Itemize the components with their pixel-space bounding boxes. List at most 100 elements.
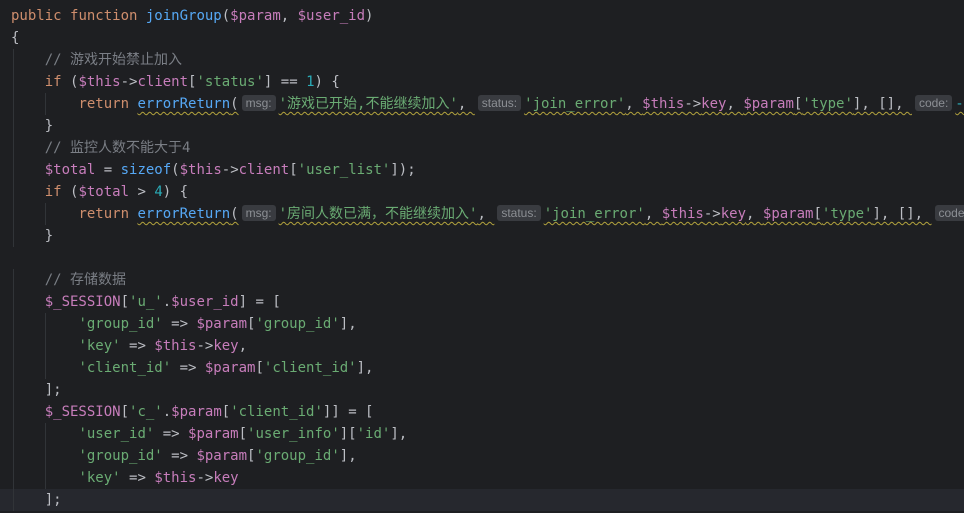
code-token: $_SESSION: [44, 404, 121, 420]
code-token: $this: [661, 206, 704, 222]
code-line[interactable]: public function joinGroup($param, $user_…: [0, 5, 964, 27]
code-text: if ($this->client['status'] == 1) {: [11, 71, 340, 93]
code-token: ] ==: [263, 74, 307, 90]
code-line[interactable]: if ($this->client['status'] == 1) {: [0, 71, 964, 93]
code-token: 'join_error': [543, 206, 645, 222]
code-token: >: [129, 184, 155, 200]
code-text: $_SESSION['c_'.$param['client_id']] = [: [11, 401, 374, 423]
code-token: =>: [171, 360, 205, 376]
code-text: }: [11, 225, 53, 247]
code-token: errorReturn: [137, 96, 231, 112]
code-text: 'group_id' => $param['group_id'],: [11, 313, 357, 335]
code-token: 'user_id': [78, 426, 155, 442]
code-text: 'user_id' => $param['user_info']['id'],: [11, 423, 407, 445]
code-line[interactable]: // 监控人数不能大于4: [0, 137, 964, 159]
code-line[interactable]: 'group_id' => $param['group_id'],: [0, 313, 964, 335]
code-text: if ($total > 4) {: [11, 181, 188, 203]
code-line[interactable]: 'group_id' => $param['group_id'],: [0, 445, 964, 467]
parameter-hint: msg:: [241, 95, 276, 111]
code-line[interactable]: }: [0, 115, 964, 137]
code-line[interactable]: return errorReturn(msg: '房间人数已满，不能继续加入', …: [0, 203, 964, 225]
code-line[interactable]: $_SESSION['u_'.$user_id] = [: [0, 291, 964, 313]
code-token: .: [162, 404, 172, 420]
code-line[interactable]: ];: [0, 379, 964, 401]
code-token: client: [137, 74, 189, 90]
code-token: =>: [162, 448, 197, 464]
code-token: 'type': [821, 206, 873, 222]
code-line[interactable]: {: [0, 27, 964, 49]
code-line[interactable]: }: [0, 225, 964, 247]
code-line[interactable]: 'user_id' => $param['user_info']['id'],: [0, 423, 964, 445]
code-token: 'client_id': [230, 404, 323, 420]
code-token: ],: [339, 448, 357, 464]
code-line[interactable]: if ($total > 4) {: [0, 181, 964, 203]
code-token: ], [],: [852, 96, 912, 112]
code-token: key: [720, 206, 747, 222]
code-text: 'group_id' => $param['group_id'],: [11, 445, 357, 467]
code-text: // 存储数据: [11, 269, 126, 291]
code-token: (: [230, 96, 239, 112]
code-token: -1: [955, 96, 964, 112]
code-token: ,: [238, 338, 248, 354]
code-token: $this: [154, 338, 197, 354]
code-line[interactable]: // 存储数据: [0, 269, 964, 291]
code-text: 'client_id' => $param['client_id'],: [11, 357, 373, 379]
code-token: ],: [339, 316, 357, 332]
code-text: ];: [11, 489, 62, 511]
code-token: 'key': [78, 470, 121, 486]
code-token: '房间人数已满，不能继续加入': [278, 206, 478, 222]
code-text: 'key' => $this->key: [11, 467, 238, 489]
code-text: 'key' => $this->key,: [11, 335, 247, 357]
code-line[interactable]: ];: [0, 489, 964, 511]
code-line[interactable]: $total = sizeof($this->client['user_list…: [0, 159, 964, 181]
code-token: 'status': [196, 74, 264, 90]
code-text: return errorReturn(msg: '房间人数已满，不能继续加入', …: [11, 203, 964, 225]
code-token: $param: [188, 426, 239, 442]
code-token: 1: [306, 74, 315, 90]
code-line[interactable]: return errorReturn(msg: '游戏已开始,不能继续加入', s…: [0, 93, 964, 115]
code-token: (: [171, 162, 180, 178]
code-token: 'client_id': [263, 360, 357, 376]
code-line[interactable]: 'key' => $this->key,: [0, 335, 964, 357]
code-text: {: [11, 27, 19, 49]
code-token: joinGroup: [145, 8, 222, 24]
code-line[interactable]: $_SESSION['c_'.$param['client_id']] = [: [0, 401, 964, 423]
code-token: (: [230, 206, 239, 222]
code-token: ->: [196, 338, 214, 354]
code-token: =>: [120, 470, 155, 486]
code-editor[interactable]: public function joinGroup($param, $user_…: [0, 0, 964, 513]
code-line[interactable]: 'client_id' => $param['client_id'],: [0, 357, 964, 379]
code-line[interactable]: // 游戏开始禁止加入: [0, 49, 964, 71]
code-token: 'group_id': [78, 448, 163, 464]
code-token: // 存储数据: [44, 272, 127, 288]
code-line[interactable]: [0, 247, 964, 269]
code-token: 'client_id': [78, 360, 172, 376]
code-token: 'user_info': [247, 426, 340, 442]
code-text: ];: [11, 379, 62, 401]
code-token: =>: [162, 316, 197, 332]
code-token: 'user_list': [297, 162, 391, 178]
code-token: =>: [154, 426, 189, 442]
code-token: $total: [44, 162, 96, 178]
code-token: ]] = [: [322, 404, 374, 420]
code-token: if: [44, 184, 71, 200]
code-text: return errorReturn(msg: '游戏已开始,不能继续加入', s…: [11, 93, 964, 115]
code-line[interactable]: 'key' => $this->key: [0, 467, 964, 489]
code-token: ,: [726, 96, 744, 112]
code-token: 4: [154, 184, 163, 200]
code-token: ->: [221, 162, 239, 178]
code-token: 'join_error': [524, 96, 626, 112]
parameter-hint: code:: [934, 205, 964, 221]
code-token: $this: [179, 162, 222, 178]
code-token: }: [11, 228, 54, 244]
code-token: ,: [280, 8, 298, 24]
